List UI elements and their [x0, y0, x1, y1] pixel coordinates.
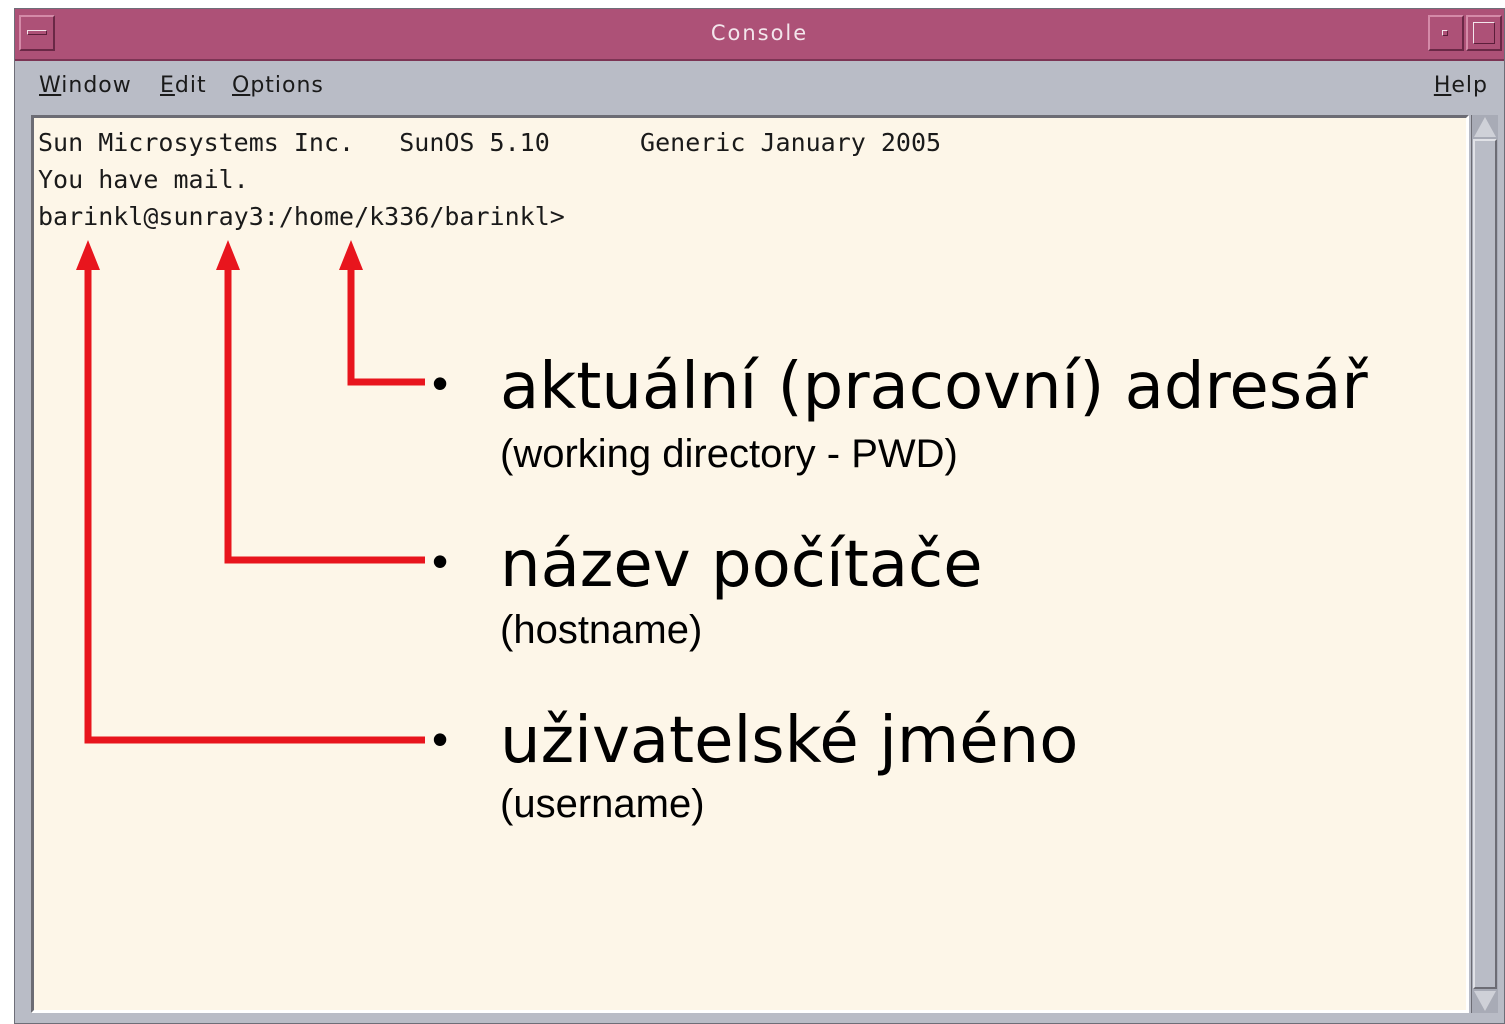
label-username: uživatelské jméno [500, 704, 1079, 778]
sublabel-working-directory: (working directory - PWD) [500, 432, 958, 476]
sublabel-hostname: (hostname) [500, 608, 703, 652]
bullet-working-directory: • [432, 357, 449, 409]
label-working-directory: aktuální (pracovní) adresář [500, 350, 1368, 424]
arrow-working-directory [347, 262, 425, 386]
arrowhead-hostname [216, 240, 240, 270]
bullet-hostname: • [432, 535, 449, 587]
sublabel-username: (username) [500, 782, 705, 826]
arrow-hostname [224, 262, 425, 564]
annotation-arrows [76, 240, 425, 744]
arrow-username [84, 262, 425, 744]
arrowhead-username [76, 240, 100, 270]
arrowhead-working-directory [339, 240, 363, 270]
bullet-username: • [432, 713, 449, 765]
label-hostname: název počítače [500, 528, 983, 602]
